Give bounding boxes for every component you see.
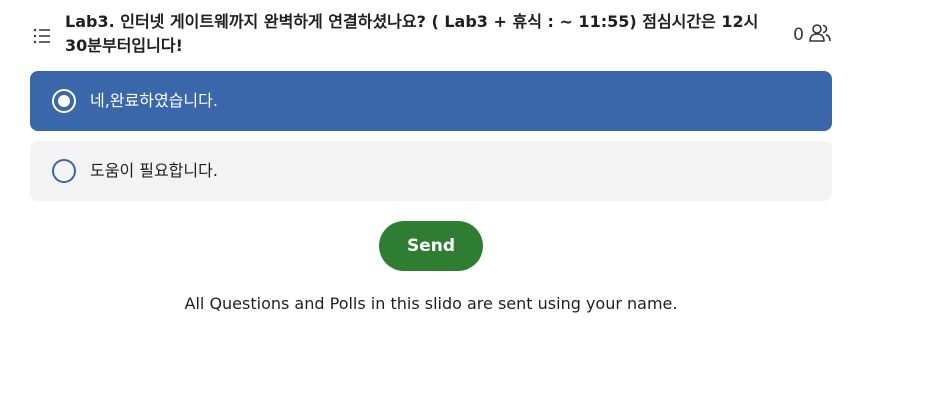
privacy-note: All Questions and Polls in this slido ar… — [184, 294, 678, 313]
radio-checked-icon[interactable] — [52, 89, 76, 113]
poll-question: Lab3. 인터넷 게이트웨까지 완벽하게 연결하셨나요? ( Lab3 + 휴… — [65, 12, 759, 55]
list-icon — [32, 26, 52, 46]
poll-option-need-help[interactable]: 도움이 필요합니다. — [30, 141, 832, 201]
poll-option-completed[interactable]: 네,완료하였습니다. — [30, 71, 832, 131]
option-label: 네,완료하였습니다. — [90, 91, 218, 110]
users-icon — [808, 22, 832, 48]
participant-count: 0 — [793, 25, 804, 45]
send-button[interactable]: Send — [379, 221, 483, 271]
poll-card: Lab3. 인터넷 게이트웨까지 완벽하게 연결하셨나요? ( Lab3 + 휴… — [0, 0, 929, 409]
radio-unchecked-icon[interactable] — [52, 159, 76, 183]
option-label: 도움이 필요합니다. — [90, 161, 218, 180]
poll-header: Lab3. 인터넷 게이트웨까지 완벽하게 연결하셨나요? ( Lab3 + 휴… — [30, 10, 832, 62]
participants-indicator: 0 — [793, 23, 832, 47]
